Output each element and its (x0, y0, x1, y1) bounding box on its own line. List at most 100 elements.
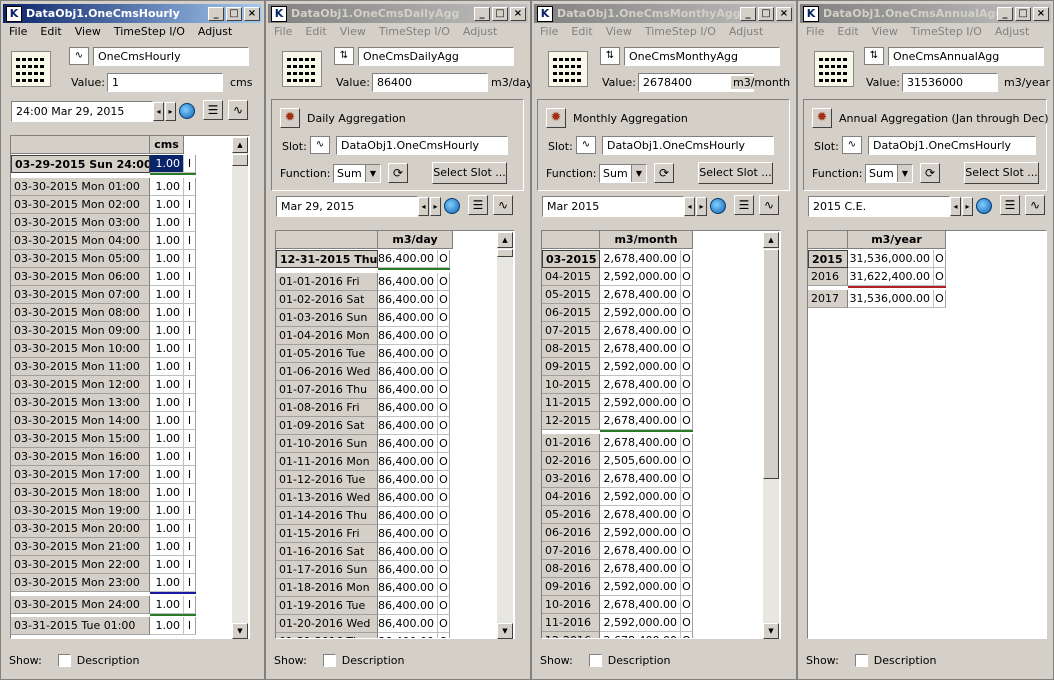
row-header[interactable]: 05-2016 (542, 506, 600, 524)
value-cell[interactable]: 2,592,000.00 (600, 488, 681, 506)
gear-icon[interactable]: ✹ (280, 108, 300, 128)
value-cell[interactable]: 1.00 (150, 412, 184, 430)
row-header[interactable]: 03-30-2015 Mon 22:00 (11, 556, 150, 574)
source-slot-field[interactable]: DataObj1.OneCmsHourly (602, 136, 774, 155)
prev-date-button[interactable]: ◂ (950, 197, 961, 216)
refresh-icon[interactable]: ⟳ (388, 163, 408, 183)
row-header[interactable]: 03-30-2015 Mon 18:00 (11, 484, 150, 502)
value-cell[interactable]: 1.00 (150, 196, 184, 214)
value-cell[interactable]: 1.00 (150, 502, 184, 520)
flag-cell[interactable]: O (438, 579, 450, 597)
value-cell[interactable]: 2,678,400.00 (600, 542, 681, 560)
flag-cell[interactable]: O (438, 489, 450, 507)
row-header[interactable]: 12-31-2015 Thu (276, 250, 378, 268)
row-header[interactable]: 07-2015 (542, 322, 600, 340)
flag-cell[interactable]: O (438, 327, 450, 345)
value-cell[interactable]: 2,678,400.00 (600, 286, 681, 304)
flag-cell[interactable]: O (681, 506, 693, 524)
value-cell[interactable]: 2,592,000.00 (600, 304, 681, 322)
value-cell[interactable]: 86,400.00 (378, 435, 438, 453)
flag-cell[interactable]: O (438, 345, 450, 363)
value-cell[interactable]: 86,400.00 (378, 453, 438, 471)
next-date-button[interactable]: ▸ (962, 197, 973, 216)
value-cell[interactable]: 1.00 (150, 286, 184, 304)
value-field[interactable]: 31536000 (902, 73, 998, 92)
row-header[interactable]: 03-30-2015 Mon 19:00 (11, 502, 150, 520)
flag-cell[interactable]: I (184, 617, 196, 635)
row-header[interactable]: 11-2016 (542, 614, 600, 632)
scroll-down-button[interactable]: ▼ (497, 623, 513, 639)
value-field[interactable]: 86400 (372, 73, 488, 92)
column-header[interactable]: m3/day (378, 231, 453, 249)
row-header[interactable]: 02-2016 (542, 452, 600, 470)
flag-cell[interactable]: O (681, 358, 693, 376)
row-header[interactable]: 06-2016 (542, 524, 600, 542)
flag-cell[interactable]: I (184, 520, 196, 538)
flag-cell[interactable]: I (184, 394, 196, 412)
row-header[interactable]: 11-2015 (542, 394, 600, 412)
row-header[interactable]: 03-30-2015 Mon 23:00 (11, 574, 150, 592)
flag-cell[interactable]: O (438, 633, 450, 638)
menu-timestep-io[interactable]: TimeStep I/O (645, 25, 716, 41)
flag-cell[interactable]: I (184, 556, 196, 574)
value-cell[interactable]: 86,400.00 (378, 525, 438, 543)
scroll-up-button[interactable]: ▲ (497, 232, 513, 248)
plot-view-icon[interactable]: ∿ (493, 195, 513, 215)
flag-cell[interactable]: O (438, 250, 450, 268)
flag-cell[interactable]: O (681, 412, 693, 430)
flag-cell[interactable]: I (184, 448, 196, 466)
date-field[interactable]: 24:00 Mar 29, 2015 (11, 101, 153, 122)
value-cell[interactable]: 2,678,400.00 (600, 560, 681, 578)
flag-cell[interactable]: I (184, 538, 196, 556)
menu-file[interactable]: File (540, 25, 558, 41)
value-cell[interactable]: 1.00 (150, 250, 184, 268)
value-cell[interactable]: 31,536,000.00 (848, 250, 934, 268)
plot-view-icon[interactable]: ∿ (1025, 195, 1045, 215)
menu-edit[interactable]: Edit (837, 25, 858, 41)
title-bar[interactable]: K DataObj1.OneCmsAnnualAgg _ □ × (800, 4, 1051, 23)
value-cell[interactable]: 86,400.00 (378, 345, 438, 363)
row-header[interactable]: 07-2016 (542, 542, 600, 560)
row-header[interactable]: 03-30-2015 Mon 21:00 (11, 538, 150, 556)
flag-cell[interactable]: O (681, 268, 693, 286)
flag-cell[interactable]: I (184, 232, 196, 250)
globe-icon[interactable] (710, 198, 726, 214)
minimize-button[interactable]: _ (997, 6, 1013, 21)
flag-cell[interactable]: I (184, 412, 196, 430)
flag-cell[interactable]: O (934, 290, 946, 308)
value-cell[interactable]: 1.00 (150, 214, 184, 232)
flag-cell[interactable]: O (681, 304, 693, 322)
value-cell[interactable]: 86,400.00 (378, 363, 438, 381)
flag-cell[interactable]: I (184, 155, 196, 173)
value-cell[interactable]: 1.00 (150, 268, 184, 286)
menu-timestep-io[interactable]: TimeStep I/O (114, 25, 185, 41)
flag-cell[interactable]: O (438, 381, 450, 399)
column-header[interactable]: m3/month (600, 231, 693, 249)
flag-cell[interactable]: O (438, 507, 450, 525)
scroll-down-button[interactable]: ▼ (232, 623, 248, 639)
flag-cell[interactable]: I (184, 596, 196, 614)
menu-timestep-io[interactable]: TimeStep I/O (379, 25, 450, 41)
row-header[interactable]: 03-30-2015 Mon 11:00 (11, 358, 150, 376)
menu-timestep-io[interactable]: TimeStep I/O (911, 25, 982, 41)
column-header[interactable]: cms (150, 136, 184, 154)
row-header[interactable]: 03-30-2015 Mon 15:00 (11, 430, 150, 448)
flag-cell[interactable]: I (184, 574, 196, 592)
row-header[interactable]: 10-2016 (542, 596, 600, 614)
flag-cell[interactable]: O (681, 394, 693, 412)
row-header[interactable]: 03-29-2015 Sun 24:00 (11, 155, 150, 173)
value-cell[interactable]: 86,400.00 (378, 327, 438, 345)
flag-cell[interactable]: O (681, 250, 693, 268)
maximize-button[interactable]: □ (1015, 6, 1031, 21)
value-cell[interactable]: 31,536,000.00 (848, 290, 934, 308)
value-cell[interactable]: 1.00 (150, 155, 184, 173)
globe-icon[interactable] (444, 198, 460, 214)
flag-cell[interactable]: I (184, 178, 196, 196)
flag-cell[interactable]: I (184, 304, 196, 322)
row-header[interactable]: 03-30-2015 Mon 06:00 (11, 268, 150, 286)
flag-cell[interactable]: I (184, 214, 196, 232)
row-header[interactable]: 01-19-2016 Tue (276, 597, 378, 615)
value-cell[interactable]: 2,678,400.00 (600, 322, 681, 340)
menu-view[interactable]: View (606, 25, 632, 41)
row-header[interactable]: 03-30-2015 Mon 07:00 (11, 286, 150, 304)
